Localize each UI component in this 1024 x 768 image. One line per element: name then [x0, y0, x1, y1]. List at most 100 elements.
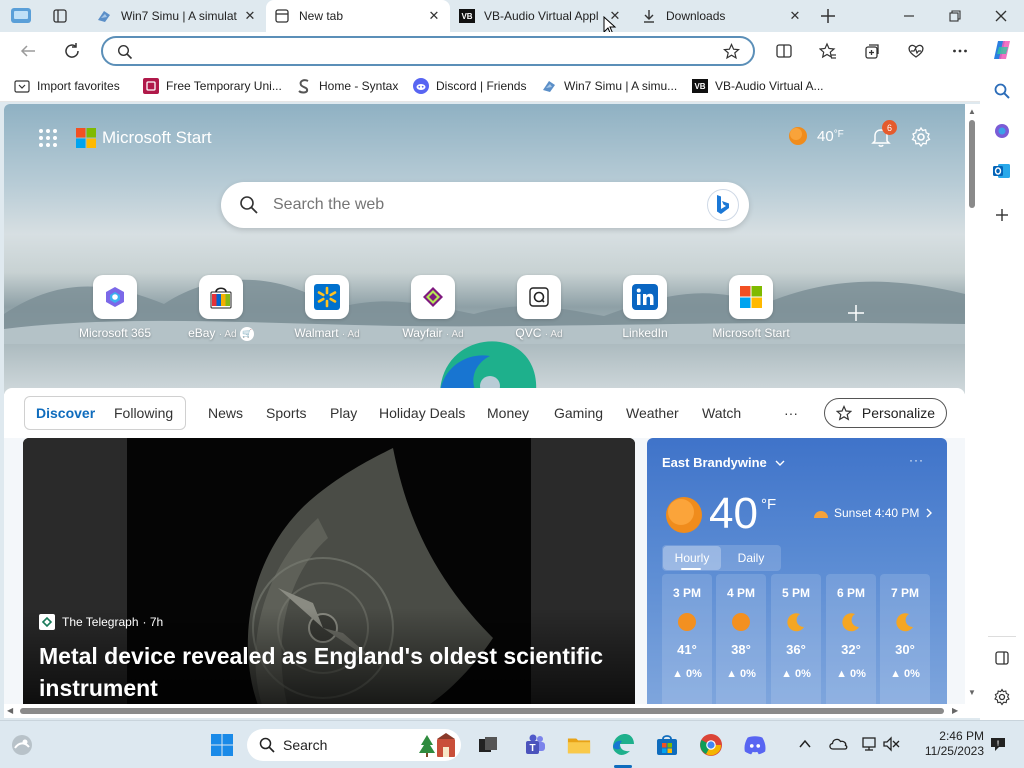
nav-holiday-deals[interactable]: Holiday Deals [379, 405, 465, 421]
more-menu-icon[interactable] [946, 37, 974, 65]
close-tab-icon[interactable]: ✕ [787, 8, 803, 24]
nav-watch[interactable]: Watch [702, 405, 741, 421]
profile-icon[interactable] [10, 6, 32, 26]
weather-location[interactable]: East Brandywine [662, 455, 785, 470]
sidebar-outlook-icon[interactable] [990, 159, 1014, 183]
sidebar-m365-icon[interactable] [990, 119, 1014, 143]
close-tab-icon[interactable]: ✕ [242, 8, 258, 24]
start-windows-icon[interactable] [210, 733, 234, 757]
volume-muted-icon[interactable] [882, 736, 900, 752]
nav-sports[interactable]: Sports [266, 405, 306, 421]
tab-discover[interactable]: Discover [36, 405, 95, 421]
quick-link-linkedin[interactable]: LinkedIn [600, 275, 690, 340]
task-view-icon[interactable] [476, 733, 500, 757]
copilot-icon[interactable] [988, 36, 1016, 64]
nav-gaming[interactable]: Gaming [554, 405, 603, 421]
back-icon[interactable] [14, 37, 42, 65]
close-tab-icon[interactable]: ✕ [426, 8, 442, 24]
discord-taskbar-icon[interactable] [743, 733, 767, 757]
bing-chat-icon[interactable] [707, 189, 739, 221]
restore-icon[interactable] [948, 9, 962, 23]
page-settings-icon[interactable] [910, 126, 932, 148]
network-icon[interactable] [861, 735, 879, 753]
apps-launcher-icon[interactable] [38, 128, 58, 148]
nav-news[interactable]: News [208, 405, 243, 421]
chrome-icon[interactable] [699, 733, 723, 757]
tab-win7-simu[interactable]: Win7 Simu | A simulat ✕ [88, 0, 266, 32]
widgets-icon[interactable] [10, 733, 34, 757]
sidebar-search-icon[interactable] [990, 79, 1014, 103]
weather-card[interactable]: East Brandywine ··· 40 °F Sunset 4:40 PM [647, 438, 947, 704]
collections-icon[interactable] [858, 37, 886, 65]
favorite-win7-simu[interactable]: Win7 Simu | A simu... [541, 77, 677, 95]
favorite-discord[interactable]: Discord | Friends [413, 77, 526, 95]
onedrive-icon[interactable] [828, 736, 848, 750]
favorite-vb-audio[interactable]: VB VB-Audio Virtual A... [692, 77, 824, 95]
tab-actions-icon[interactable] [52, 8, 68, 24]
notifications-bell-icon[interactable]: 6 [870, 120, 897, 148]
favorite-temp-mail[interactable]: Free Temporary Uni... [143, 77, 282, 95]
address-input[interactable] [141, 41, 711, 61]
sidebar-add-icon[interactable] [990, 203, 1014, 227]
split-screen-icon[interactable] [770, 37, 798, 65]
clock[interactable]: 2:46 PM 11/25/2023 [916, 729, 984, 759]
hourly-forecast-item[interactable]: 4 PM 38° ▲ 0% [716, 574, 766, 704]
notification-center-icon[interactable]: ! [989, 735, 1007, 753]
nav-play[interactable]: Play [330, 405, 357, 421]
header-weather[interactable]: 40 °F [788, 126, 844, 146]
hourly-forecast-item[interactable]: 7 PM 30° ▲ 0% [880, 574, 930, 704]
hourly-forecast-item[interactable]: 6 PM 32° ▲ 0% [826, 574, 876, 704]
minimize-icon[interactable] [902, 9, 916, 23]
taskbar-search[interactable]: Search [247, 729, 461, 761]
horizontal-scrollbar[interactable]: ◀ ▶ [4, 704, 980, 718]
close-window-icon[interactable] [994, 9, 1008, 23]
weather-more-icon[interactable]: ··· [909, 453, 924, 467]
scroll-left-arrow-icon[interactable]: ◀ [7, 706, 13, 715]
scroll-thumb[interactable] [969, 120, 975, 208]
article-headline[interactable]: Metal device revealed as England's oldes… [39, 640, 629, 704]
scroll-thumb[interactable] [20, 708, 944, 714]
nav-weather[interactable]: Weather [626, 405, 679, 421]
add-shortcut-icon[interactable] [847, 304, 865, 322]
personalize-button[interactable]: Personalize [824, 398, 947, 428]
nav-money[interactable]: Money [487, 405, 529, 421]
microsoft-store-icon[interactable] [655, 733, 679, 757]
show-hidden-icons-chevron-icon[interactable] [798, 738, 812, 750]
web-search-input[interactable] [273, 194, 673, 216]
quick-link-walmart[interactable]: Walmart · Ad [282, 275, 372, 340]
hourly-forecast-item[interactable]: 3 PM 41° ▲ 0% [662, 574, 712, 704]
quick-link-wayfair[interactable]: Wayfair · Ad [388, 275, 478, 340]
favorite-import[interactable]: Import favorites [14, 77, 120, 95]
sunset-info[interactable]: Sunset 4:40 PM [813, 506, 933, 520]
tab-daily[interactable]: Daily [723, 546, 779, 570]
scroll-down-arrow-icon[interactable]: ▼ [968, 688, 976, 697]
quick-link-qvc[interactable]: QVC · Ad [494, 275, 584, 340]
nav-more-icon[interactable]: ··· [784, 405, 798, 421]
scroll-up-arrow-icon[interactable]: ▲ [968, 107, 976, 116]
microsoft-start-brand[interactable]: Microsoft Start [76, 128, 212, 148]
tab-downloads[interactable]: Downloads ✕ [633, 0, 811, 32]
tab-following[interactable]: Following [114, 405, 173, 421]
web-search-box[interactable] [221, 182, 749, 228]
quick-link-microsoft-start[interactable]: Microsoft Start [706, 275, 796, 340]
quick-link-microsoft-365[interactable]: Microsoft 365 [70, 275, 160, 340]
favorites-icon[interactable] [814, 37, 842, 65]
favorite-star-icon[interactable] [723, 43, 740, 60]
hide-sidebar-icon[interactable] [990, 646, 1014, 670]
quick-link-ebay[interactable]: eBay · Ad 🛒 [176, 275, 266, 341]
favorite-syntax[interactable]: Home - Syntax [296, 77, 398, 95]
tab-hourly[interactable]: Hourly [663, 546, 721, 570]
browser-essentials-icon[interactable] [902, 37, 930, 65]
scroll-right-arrow-icon[interactable]: ▶ [952, 706, 958, 715]
hourly-forecast-item[interactable]: 5 PM 36° ▲ 0% [771, 574, 821, 704]
file-explorer-icon[interactable] [567, 733, 591, 757]
new-tab-plus-icon[interactable] [820, 8, 836, 24]
edge-taskbar-icon[interactable] [611, 733, 635, 757]
tab-new-tab[interactable]: New tab ✕ [266, 0, 450, 32]
sidebar-settings-icon[interactable] [990, 685, 1014, 709]
refresh-icon[interactable] [58, 37, 86, 65]
address-bar[interactable] [101, 36, 755, 66]
featured-article-card[interactable]: The Telegraph · 7h Metal device revealed… [23, 438, 635, 704]
vertical-scrollbar[interactable]: ▲ ▼ [965, 104, 980, 704]
teams-icon[interactable]: T [523, 733, 547, 757]
